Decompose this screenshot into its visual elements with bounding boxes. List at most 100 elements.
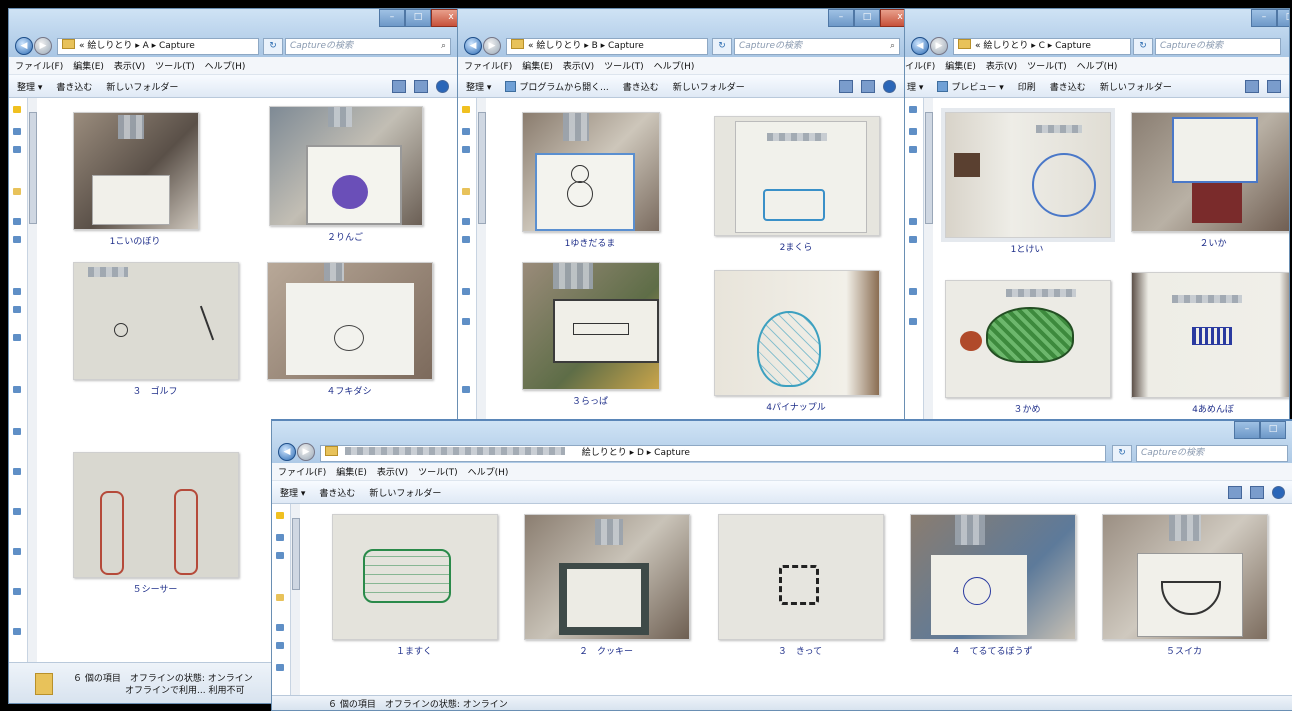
nav-icon[interactable] — [909, 218, 917, 225]
file-item[interactable]: ４ てるてるぼうず — [910, 514, 1076, 657]
navigation-pane[interactable] — [9, 98, 28, 703]
view-icon[interactable] — [1245, 80, 1259, 93]
menu-view[interactable]: 表示(V) — [563, 59, 594, 72]
nav-icon[interactable] — [13, 288, 21, 295]
favorites-star-icon[interactable] — [462, 106, 470, 113]
file-item[interactable]: 4パイナップル — [714, 270, 880, 413]
file-item[interactable]: 1ゆきだるま — [522, 112, 660, 249]
file-item[interactable]: ３ ゴルフ — [73, 262, 239, 397]
image-thumbnail[interactable] — [714, 116, 880, 236]
back-button[interactable]: ◀ — [278, 443, 296, 461]
menu-edit[interactable]: 編集(E) — [522, 59, 553, 72]
scrollbar-thumb[interactable] — [292, 518, 300, 590]
menu-tools[interactable]: ツール(T) — [418, 465, 458, 478]
address-bar[interactable]: « 絵しりとり ▸ A ▸ Capture — [57, 38, 259, 55]
network-icon[interactable] — [462, 386, 470, 393]
file-item[interactable]: ３ きって — [718, 514, 884, 657]
menu-tools[interactable]: ツール(T) — [155, 59, 195, 72]
file-item[interactable]: ５シーサー — [73, 452, 239, 595]
image-thumbnail[interactable] — [1102, 514, 1268, 640]
new-folder-button[interactable]: 新しいフォルダー — [673, 80, 745, 93]
menu-view[interactable]: 表示(V) — [114, 59, 145, 72]
burn-button[interactable]: 書き込む — [1050, 80, 1086, 93]
nav-icon[interactable] — [909, 318, 917, 325]
nav-icon[interactable] — [909, 106, 917, 113]
network-icon[interactable] — [13, 386, 21, 393]
menu-view[interactable]: 表示(V) — [377, 465, 408, 478]
nav-icon[interactable] — [462, 218, 470, 225]
address-bar[interactable]: « 絵しりとり ▸ B ▸ Capture — [506, 38, 708, 55]
navigation-pane[interactable] — [905, 98, 924, 429]
file-item[interactable]: ２いか — [1131, 112, 1289, 249]
nav-icon[interactable] — [276, 642, 284, 649]
menu-tools[interactable]: ツール(T) — [1027, 59, 1067, 72]
search-input[interactable]: Captureの検索 ⌕ — [734, 38, 900, 55]
minimize-button[interactable]: – — [1251, 9, 1277, 27]
nav-icon[interactable] — [13, 588, 21, 595]
image-thumbnail[interactable] — [73, 452, 239, 578]
nav-icon[interactable] — [13, 306, 21, 313]
image-thumbnail[interactable] — [332, 514, 498, 640]
file-view[interactable]: 1とけい ２いか ３かめ 4あめんぼ — [933, 98, 1289, 429]
favorites-star-icon[interactable] — [276, 512, 284, 519]
minimize-button[interactable]: – — [379, 9, 405, 27]
menu-help[interactable]: ヘルプ(H) — [205, 59, 246, 72]
file-item[interactable]: 2まくら — [714, 116, 880, 253]
file-view[interactable]: １ますく ２ クッキー ３ きって ４ てるてるぼうず ５スイカ — [300, 504, 1292, 710]
new-folder-button[interactable]: 新しいフォルダー — [369, 486, 441, 499]
title-bar[interactable]: ◀ ▶ 絵しりとり ▸ D ▸ Capture ↻ Captureの検索 – □ — [272, 421, 1292, 469]
nav-icon[interactable] — [276, 664, 284, 671]
title-bar[interactable]: ◀ ▶ « 絵しりとり ▸ B ▸ Capture ↻ Captureの検索 ⌕ … — [458, 9, 904, 57]
burn-button[interactable]: 書き込む — [319, 486, 355, 499]
search-input[interactable]: Captureの検索 ⌕ — [285, 38, 451, 55]
menu-file[interactable]: イル(F) — [905, 59, 935, 72]
image-thumbnail[interactable] — [267, 262, 433, 380]
library-icon[interactable] — [462, 188, 470, 195]
menu-tools[interactable]: ツール(T) — [604, 59, 644, 72]
image-thumbnail[interactable] — [714, 270, 880, 396]
preview-pane-icon[interactable] — [1250, 486, 1264, 499]
maximize-button[interactable]: □ — [405, 9, 431, 27]
close-button[interactable]: x — [880, 9, 904, 27]
menu-help[interactable]: ヘルプ(H) — [1077, 59, 1118, 72]
maximize-button[interactable]: □ — [854, 9, 880, 27]
nav-icon[interactable] — [13, 146, 21, 153]
file-item[interactable]: ２ クッキー — [524, 514, 690, 657]
minimize-button[interactable]: – — [828, 9, 854, 27]
nav-icon[interactable] — [13, 334, 21, 341]
nav-icon[interactable] — [462, 236, 470, 243]
menu-edit[interactable]: 編集(E) — [336, 465, 367, 478]
nav-icon[interactable] — [909, 146, 917, 153]
open-with-button[interactable]: プログラムから開く... — [505, 80, 609, 93]
scrollbar-thumb[interactable] — [29, 112, 37, 224]
close-button[interactable]: x — [431, 9, 457, 27]
image-thumbnail[interactable] — [524, 514, 690, 640]
nav-icon[interactable] — [13, 628, 21, 635]
explorer-window-d[interactable]: ◀ ▶ 絵しりとり ▸ D ▸ Capture ↻ Captureの検索 – □… — [271, 419, 1292, 711]
scrollbar-thumb[interactable] — [478, 112, 486, 224]
organize-button[interactable]: 整理 ▾ — [280, 486, 305, 499]
image-thumbnail[interactable] — [941, 108, 1115, 242]
new-folder-button[interactable]: 新しいフォルダー — [106, 80, 178, 93]
nav-icon[interactable] — [13, 508, 21, 515]
nav-icon[interactable] — [276, 552, 284, 559]
print-button[interactable]: 印刷 — [1018, 80, 1036, 93]
favorites-star-icon[interactable] — [13, 106, 21, 113]
scrollbar-thumb[interactable] — [925, 112, 933, 224]
explorer-window-c[interactable]: ◀ ▶ « 絵しりとり ▸ C ▸ Capture ↻ Captureの検索 –… — [904, 8, 1290, 430]
view-icon[interactable] — [839, 80, 853, 93]
file-item[interactable]: ３かめ — [945, 280, 1111, 415]
nav-icon[interactable] — [276, 624, 284, 631]
image-thumbnail[interactable] — [73, 112, 199, 230]
image-thumbnail[interactable] — [910, 514, 1076, 640]
back-button[interactable]: ◀ — [464, 37, 482, 55]
menu-file[interactable]: ファイル(F) — [278, 465, 326, 478]
nav-icon[interactable] — [13, 428, 21, 435]
address-bar[interactable]: 絵しりとり ▸ D ▸ Capture — [320, 445, 1106, 462]
nav-icon[interactable] — [909, 288, 917, 295]
nav-icon[interactable] — [13, 468, 21, 475]
forward-button[interactable]: ▶ — [930, 37, 948, 55]
help-icon[interactable] — [436, 80, 449, 93]
image-thumbnail[interactable] — [1131, 272, 1289, 398]
file-item[interactable]: 1こいのぼり — [73, 112, 199, 247]
